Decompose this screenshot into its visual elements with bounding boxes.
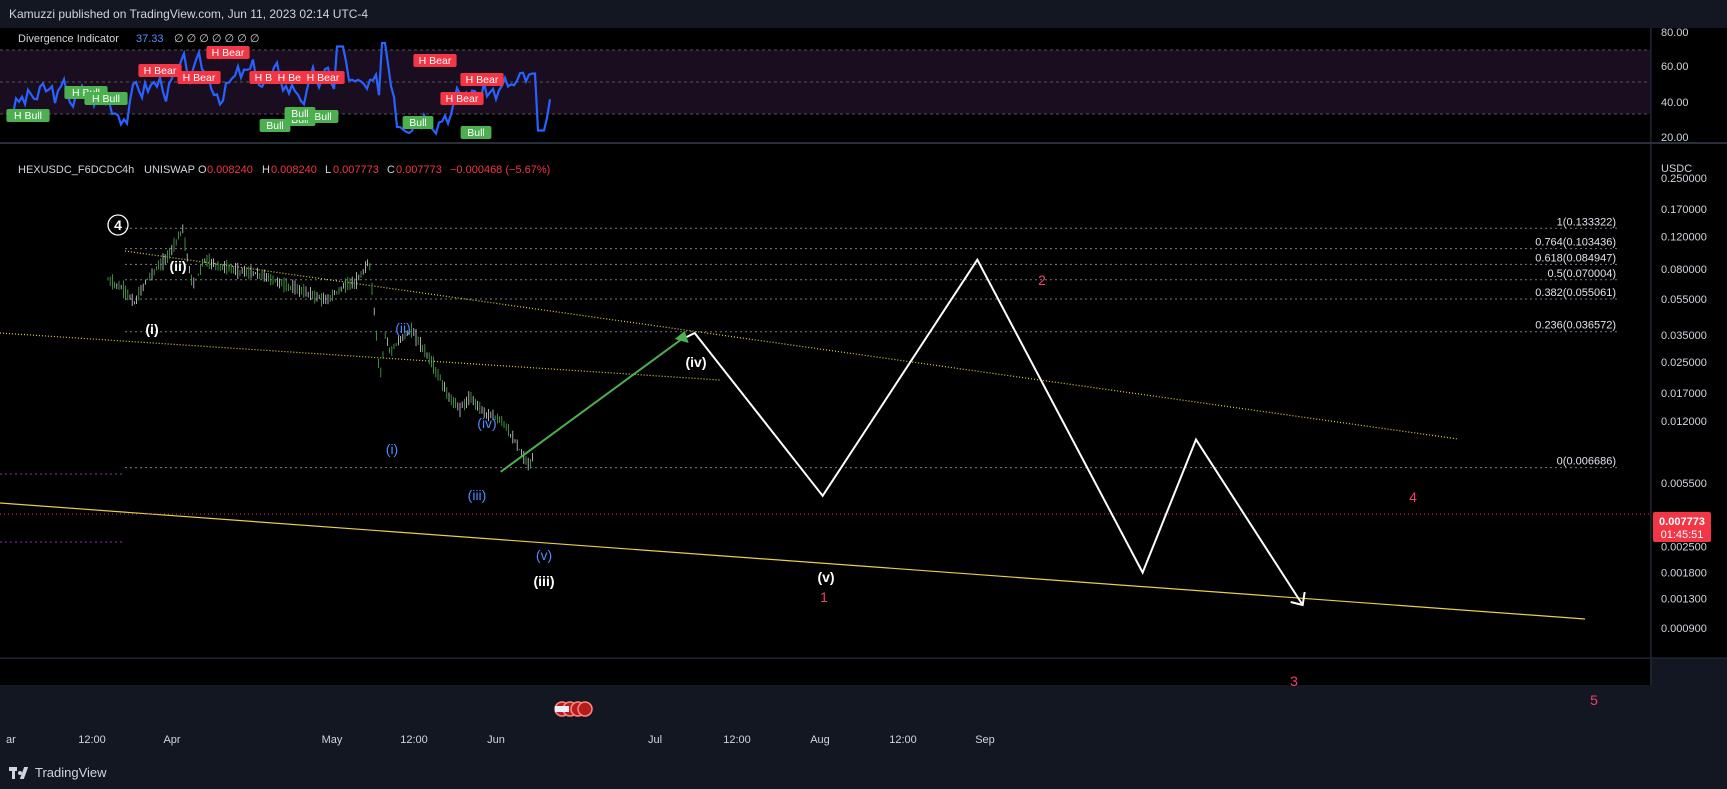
- indicator-axis[interactable]: [1651, 28, 1727, 142]
- wave-label[interactable]: 1: [820, 589, 828, 605]
- wave-label[interactable]: (iii): [534, 573, 555, 589]
- wave-label[interactable]: 4: [114, 217, 122, 233]
- economic-event-icon[interactable]: [554, 701, 593, 717]
- wave-label[interactable]: (v): [536, 547, 552, 563]
- tradingview-logo[interactable]: TradingView: [9, 765, 107, 780]
- wave-label[interactable]: (iv): [686, 354, 707, 370]
- fib-level-label: 0.382(0.055061): [1535, 287, 1616, 299]
- price-axis-tick: 0.170000: [1661, 204, 1707, 216]
- symbol-exchange: UNISWAP: [144, 164, 195, 176]
- fib-level-label: 0(0.006686): [1557, 456, 1616, 468]
- publish-header: Kamuzzi published on TradingView.com, Ju…: [0, 0, 1727, 28]
- divergence-label: H Bear: [212, 47, 245, 59]
- divergence-label: H Bear: [307, 72, 340, 84]
- divergence-label: H Bear: [183, 72, 216, 84]
- price-axis-tick: 0.055000: [1661, 294, 1707, 306]
- time-axis-tick: Jun: [487, 734, 505, 746]
- ohlc-h-value: 0.008240: [271, 164, 317, 176]
- wave-label[interactable]: 2: [1038, 272, 1046, 288]
- fib-level-label: 0.764(0.103436): [1535, 237, 1616, 249]
- divergence-label: H Bull: [92, 93, 120, 105]
- time-axis-tick: Jul: [648, 734, 662, 746]
- wave-label[interactable]: 3: [1290, 673, 1298, 689]
- publish-text: Kamuzzi published on TradingView.com, Ju…: [9, 7, 369, 21]
- wave-label[interactable]: 5: [1590, 692, 1598, 708]
- symbol-interval: 4h: [122, 164, 134, 176]
- divergence-label: Bull: [266, 120, 284, 132]
- time-axis-tick: May: [322, 734, 343, 746]
- price-axis-tick: 0.012000: [1661, 416, 1707, 428]
- indicator-axis-tick: 80.00: [1661, 28, 1689, 39]
- divergence-label: Bull: [467, 127, 485, 139]
- divergence-label: H Bear: [446, 93, 479, 105]
- price-axis[interactable]: [1651, 144, 1727, 658]
- price-axis-tick: 0.035000: [1661, 330, 1707, 342]
- divergence-label: H Bear: [419, 55, 452, 67]
- ohlc-l-value: 0.007773: [333, 164, 379, 176]
- indicator-axis-tick: 60.00: [1661, 61, 1689, 73]
- price-axis-tick: 0.025000: [1661, 357, 1707, 369]
- time-axis[interactable]: [0, 659, 1650, 685]
- wave-label[interactable]: (iv): [477, 415, 496, 431]
- price-axis-tick: 0.120000: [1661, 232, 1707, 244]
- indicator-extra-values: ∅ ∅ ∅ ∅ ∅ ∅ ∅: [174, 33, 259, 45]
- ohlc-h-label: H: [262, 164, 270, 176]
- indicator-axis-tick: 40.00: [1661, 97, 1689, 109]
- time-axis-tick: Aug: [810, 734, 830, 746]
- wave-label[interactable]: 4: [1409, 489, 1417, 505]
- divergence-label: H Bear: [144, 65, 177, 77]
- time-axis-tick: 12:00: [78, 734, 106, 746]
- price-axis-tick: 0.005500: [1661, 478, 1707, 490]
- time-axis-tick: 12:00: [400, 734, 428, 746]
- fib-level-label: 1(0.133322): [1557, 216, 1616, 228]
- ohlc-c-label: C: [387, 164, 395, 176]
- price-axis-tick: 0.001800: [1661, 568, 1707, 580]
- divergence-label: H Bull: [14, 110, 42, 122]
- fib-level-label: 0.236(0.036572): [1535, 320, 1616, 332]
- symbol-name: HEXUSDC_F6DCDC: [18, 164, 123, 176]
- wave-label[interactable]: (ii): [395, 320, 411, 336]
- price-axis-tick: 0.080000: [1661, 264, 1707, 276]
- divergence-label: Bull: [314, 111, 332, 123]
- fib-level-label: 0.5(0.070004): [1548, 268, 1617, 280]
- bar-countdown: 01:45:51: [1661, 529, 1704, 541]
- time-axis-tick: ar: [6, 734, 16, 746]
- ohlc-c-value: 0.007773: [396, 164, 442, 176]
- wave-label[interactable]: (iii): [468, 487, 487, 503]
- chart-canvas[interactable]: 80.00 60.00 40.00 20.00 H Bull H Bull H Bull H…: [0, 28, 1727, 757]
- time-axis-tick: 12:00: [723, 734, 751, 746]
- time-axis-tick: Sep: [975, 734, 995, 746]
- price-axis-tick: 0.001300: [1661, 594, 1707, 606]
- divergence-label: Bull: [409, 117, 427, 129]
- wave-label[interactable]: (i): [145, 321, 158, 337]
- wave-label[interactable]: (v): [817, 569, 834, 585]
- ohlc-o-label: O: [198, 164, 207, 176]
- price-axis-unit: USDC: [1661, 163, 1692, 175]
- time-axis-tick: 12:00: [889, 734, 917, 746]
- fib-level-label: 0.618(0.084947): [1535, 252, 1616, 264]
- ohlc-l-label: L: [325, 164, 331, 176]
- price-axis-tick: 0.002500: [1661, 541, 1707, 553]
- time-axis-tick: Apr: [163, 734, 180, 746]
- tradingview-brand: TradingView: [35, 765, 107, 780]
- price-change: −0.000468 (−5.67%): [450, 164, 550, 176]
- footer-bar: TradingView: [0, 757, 1727, 789]
- indicator-axis-tick: 20.00: [1661, 132, 1689, 144]
- last-price-value: 0.007773: [1659, 516, 1705, 528]
- price-axis-tick: 0.017000: [1661, 388, 1707, 400]
- tradingview-logo-icon: [9, 766, 29, 779]
- indicator-value: 37.33: [136, 33, 164, 45]
- divergence-label: Bull: [291, 108, 309, 120]
- divergence-label: H Bear: [466, 74, 499, 86]
- ohlc-o-value: 0.008240: [207, 164, 253, 176]
- indicator-name: Divergence Indicator: [18, 33, 119, 45]
- wave-label[interactable]: (i): [386, 441, 398, 457]
- wave-label[interactable]: (ii): [169, 258, 186, 274]
- price-axis-tick: 0.000900: [1661, 623, 1707, 635]
